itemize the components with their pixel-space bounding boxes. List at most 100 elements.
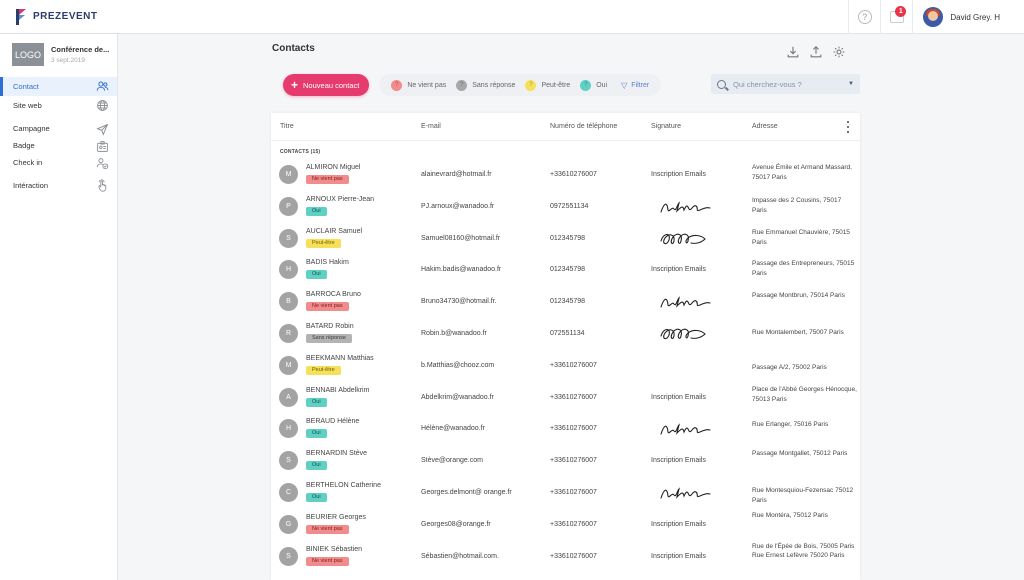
column-header-phone[interactable]: Numéro de téléphone [550, 123, 617, 130]
table-row[interactable]: A BENNABI Abdelkrim Oui Abdelkrim@wanadoo.f… [271, 382, 860, 414]
table-cell-phone: +33610276007 [550, 457, 597, 465]
sidebar-item-contact[interactable]: Contact [0, 77, 117, 96]
notifications-button[interactable]: 1 [880, 0, 912, 34]
table-cell-signature: Inscription Emails [651, 266, 706, 274]
filter-sans-reponse[interactable]: ? Sans réponse [456, 79, 515, 91]
contact-avatar: S [279, 546, 298, 566]
status-badge: Peut-être [306, 238, 341, 248]
contact-name[interactable]: BEEKMANN Matthias [306, 355, 374, 362]
table-row[interactable]: S AUCLAIR Samuel Peut-être Samuel08160@hotm… [271, 223, 860, 255]
table-row[interactable]: P ARNOUX Pierre-Jean Oui PJ.arnoux@wanadoo.… [271, 191, 860, 223]
column-menu-icon[interactable] [846, 121, 850, 133]
new-contact-button[interactable]: + Nouveau contact [283, 74, 370, 96]
table-row[interactable]: S BERNARDIN Stève Oui Stève@orange.com +3361… [271, 445, 860, 477]
table-cell-phone: +33610276007 [550, 393, 597, 401]
contact-avatar: S [279, 451, 298, 471]
column-header-email[interactable]: E-mail [421, 123, 441, 130]
table-cell-address: Passage A/2, 75002 Paris [752, 363, 827, 371]
filter-oui[interactable]: ? Oui [580, 79, 608, 91]
event-selector[interactable]: LOGO Conférence de... 3 sept.2019 [0, 34, 117, 74]
sidebar-item-label: Intéraction [13, 181, 49, 190]
table-row[interactable]: H BADIS Hakim Oui Hakim.badis@wanadoo.fr 012… [271, 254, 860, 286]
brand-logo[interactable]: PREZEVENT [16, 8, 98, 25]
contact-avatar: C [279, 483, 298, 502]
event-title: Conférence de... [51, 45, 110, 54]
chevron-down-icon[interactable]: ▼ [848, 81, 854, 87]
table-row[interactable]: M ALMIRON Miguel Ne vient pas alainevrard@h… [271, 159, 860, 191]
touch-icon [98, 179, 107, 192]
filter-label: Oui [596, 81, 608, 89]
page-title: Contacts [272, 43, 315, 54]
prezevent-logo-icon [16, 8, 28, 25]
upload-icon[interactable] [809, 45, 823, 59]
contact-avatar: B [279, 292, 298, 312]
contact-name[interactable]: ALMIRON Miguel [306, 164, 360, 171]
table-row[interactable]: B BARROCA Bruno Ne vient pas Bruno34730@hot… [271, 286, 860, 318]
sidebar-nav: Contact Site web Campagne Badge Check in… [0, 77, 117, 195]
search-bar[interactable]: ▼ [711, 74, 860, 94]
table-cell-address: Rue Erlanger, 75016 Paris [752, 421, 829, 429]
help-button[interactable]: ? [848, 0, 880, 34]
table-cell-email: PJ.arnoux@wanadoo.fr [421, 202, 495, 210]
table-cell-phone: +33610276007 [550, 552, 597, 560]
main-content: Contacts + Nouveau contact ? Ne vient pa… [118, 34, 1024, 580]
user-menu[interactable]: David Grey. H [912, 0, 1024, 34]
table-cell-phone: 012345798 [550, 234, 586, 242]
contact-name[interactable]: BERAUD Hélène [306, 418, 359, 425]
contact-name[interactable]: AUCLAIR Samuel [306, 228, 362, 235]
status-badge: Ne vient pas [306, 556, 349, 566]
column-header-signature[interactable]: Signature [651, 123, 681, 130]
contact-name[interactable]: BINIEK Sébastien [306, 546, 362, 553]
table-row[interactable]: G BEURIER Georges Ne vient pas Georges08@or… [271, 509, 860, 541]
table-row[interactable]: C BERTHELON Catherine Oui Georges.delmont@ … [271, 477, 860, 509]
sidebar: LOGO Conférence de... 3 sept.2019 Contac… [0, 34, 118, 580]
contact-name[interactable]: BARROCA Bruno [306, 291, 361, 298]
table-cell-phone: 012345798 [550, 266, 586, 274]
table-cell-address: Rue Emmanuel Chauvière, 75015 Paris [752, 228, 850, 246]
send-icon [96, 123, 109, 136]
question-mark-icon: ? [580, 79, 592, 91]
contacts-table: Titre E-mail Numéro de téléphone Signatu… [271, 113, 860, 580]
contact-avatar: M [279, 355, 298, 375]
event-logo: LOGO [12, 43, 44, 66]
table-cell-phone: +33610276007 [550, 489, 597, 496]
table-cell-address: Passage des Entrepreneurs, 75015 Paris [752, 260, 855, 278]
status-badge: Oui [306, 206, 327, 216]
table-cell-signature: Inscription Emails [651, 393, 706, 401]
download-icon[interactable] [786, 45, 800, 59]
filter-button[interactable]: ▽ Filtrer [621, 81, 649, 90]
table-cell-address: Place de l'Abbé Georges Hénocque, 75013 … [752, 385, 857, 403]
status-badge: Oui [306, 397, 327, 407]
table-row[interactable]: M BEEKMANN Matthias Peut-être b.Matthias@ch… [271, 350, 860, 382]
filter-peut-etre[interactable]: ? Peut-être [525, 79, 570, 91]
sidebar-item-check-in[interactable]: Check in [0, 154, 117, 171]
signature-image [655, 483, 715, 503]
filter-ne-vient-pas[interactable]: ? Ne vient pas [391, 79, 446, 91]
contact-name[interactable]: BADIS Hakim [306, 259, 349, 266]
contact-name[interactable]: BERTHELON Catherine [306, 482, 381, 489]
search-input[interactable] [733, 79, 843, 89]
table-row[interactable]: R BATARD Robin Sans réponse Robin.b@wanadoo… [271, 318, 860, 350]
column-header-address[interactable]: Adresse [752, 123, 778, 130]
contact-name[interactable]: BERNARDIN Stève [306, 450, 367, 457]
table-cell-address: Rue Montéra, 75012 Paris [752, 511, 828, 519]
brand-name: PREZEVENT [33, 11, 98, 22]
contact-name[interactable]: BEURIER Georges [306, 514, 366, 521]
sidebar-item-interaction[interactable]: Intéraction [0, 176, 117, 195]
table-cell-email: Georges.delmont@ orange.fr [421, 489, 512, 496]
settings-gear-icon[interactable] [832, 45, 846, 59]
sidebar-item-badge[interactable]: Badge [0, 137, 117, 154]
table-cell-email: Hakim.badis@wanadoo.fr [421, 266, 502, 274]
contact-name[interactable]: BATARD Robin [306, 323, 354, 330]
contact-name[interactable]: ARNOUX Pierre-Jean [306, 196, 374, 203]
table-row[interactable]: H BERAUD Hélène Oui Hélène@wanadoo.fr +33610… [271, 413, 860, 445]
status-badge: Oui [306, 461, 327, 471]
contact-avatar: H [279, 419, 298, 439]
table-cell-email: Georges08@orange.fr [421, 520, 491, 528]
user-avatar [923, 7, 944, 27]
table-cell-email: b.Matthias@chooz.com [421, 361, 495, 369]
column-header-title[interactable]: Titre [280, 123, 294, 130]
sidebar-item-site-web[interactable]: Site web [0, 96, 117, 115]
contact-name[interactable]: BENNABI Abdelkrim [306, 387, 369, 394]
sidebar-item-campagne[interactable]: Campagne [0, 120, 117, 137]
